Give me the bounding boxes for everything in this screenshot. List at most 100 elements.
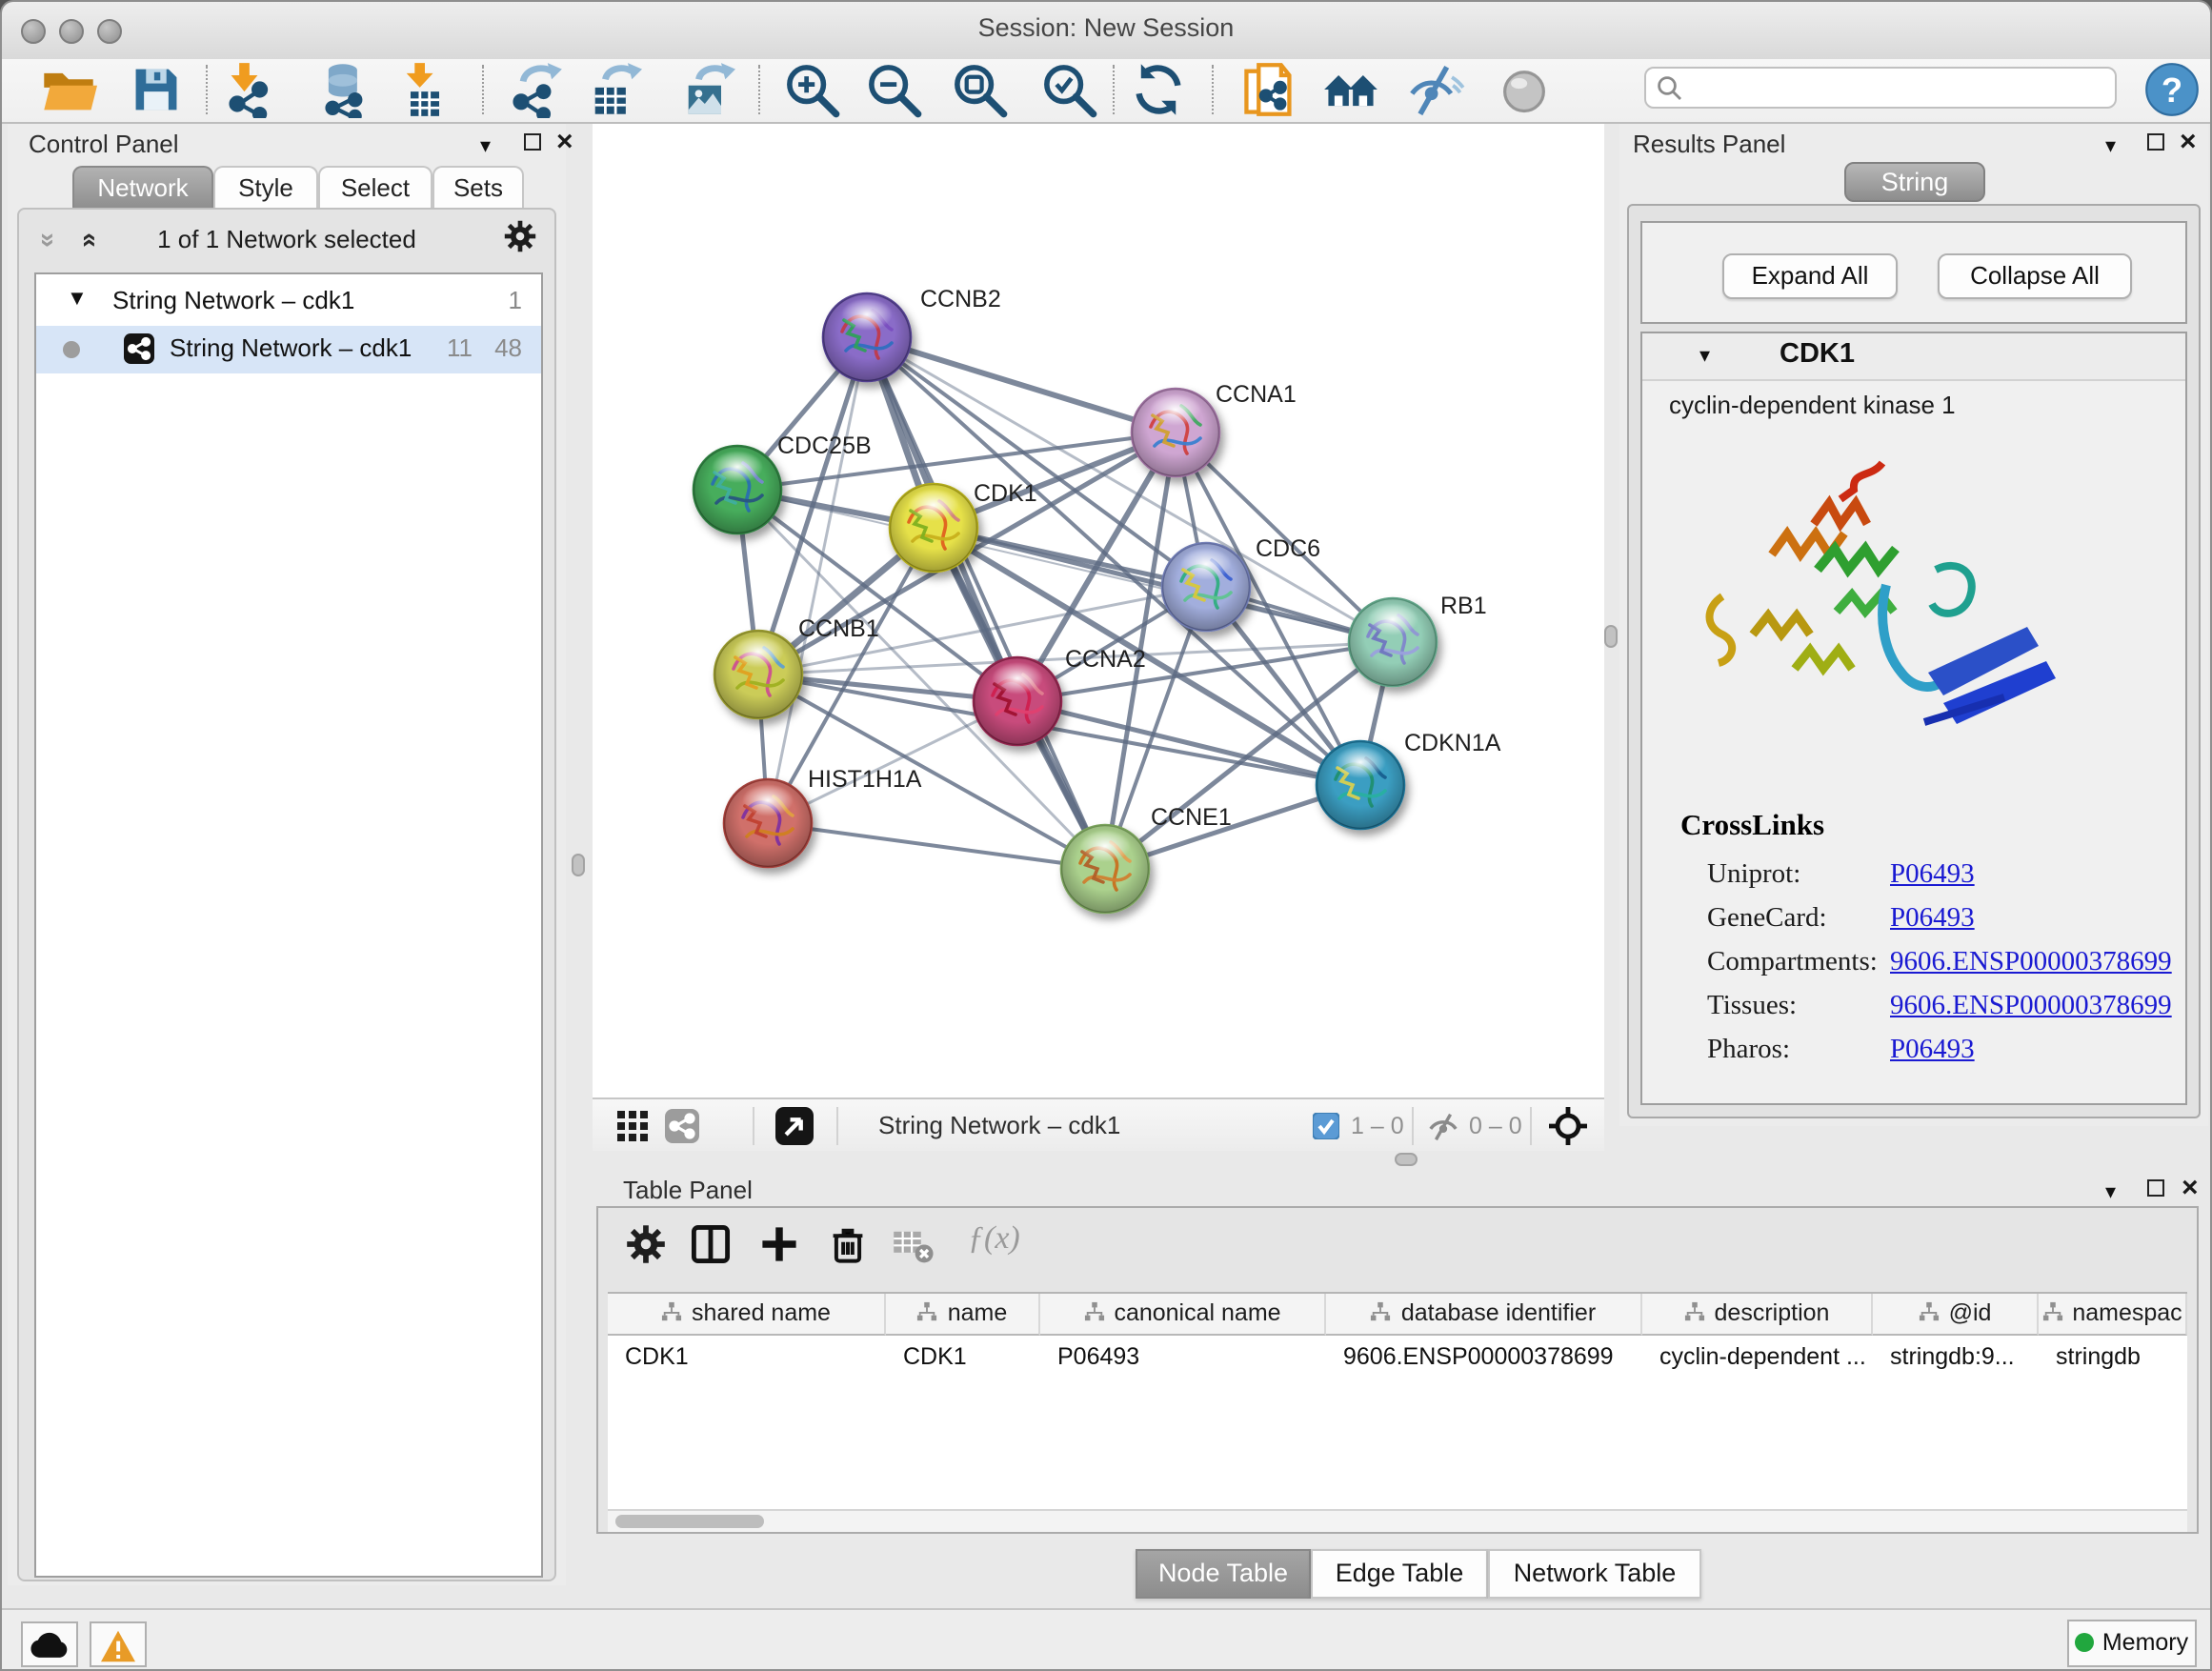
birdseye-view-icon[interactable] (775, 1107, 814, 1155)
network-row[interactable]: String Network – cdk1 11 48 (36, 326, 541, 373)
network-node-CCNE1[interactable] (1061, 825, 1149, 913)
column-header-label: shared name (692, 1299, 831, 1326)
left-splitter-handle[interactable] (572, 854, 585, 876)
crosslink-value-link[interactable]: 9606.ENSP00000378699 (1890, 991, 2172, 1023)
import-database-icon[interactable] (316, 61, 373, 118)
cloud-button[interactable] (21, 1621, 78, 1667)
help-icon[interactable]: ? (2143, 61, 2201, 118)
import-network-icon[interactable] (223, 61, 280, 118)
string-network-badge-icon (124, 333, 154, 370)
gene-symbol: CDK1 (1780, 339, 1855, 370)
hidden-eye-slash-icon[interactable] (1427, 1111, 1459, 1153)
panel-float-icon[interactable] (2147, 1179, 2164, 1197)
panel-menu-icon[interactable]: ▾ (2105, 1179, 2116, 1204)
zoom-fit-icon[interactable] (951, 61, 1008, 118)
document-share-icon[interactable] (1240, 61, 1297, 118)
eye-slash-icon[interactable] (1408, 61, 1465, 118)
network-collection-row[interactable]: ▼ String Network – cdk1 1 (36, 278, 541, 326)
crosslink-value-link[interactable]: 9606.ENSP00000378699 (1890, 947, 2172, 979)
save-session-icon[interactable] (128, 61, 185, 118)
panel-float-icon[interactable] (2147, 133, 2164, 151)
network-canvas[interactable]: CCNB2CCNA1CDC25BCDK1CDC6RB1CCNB1CCNA2CDK… (593, 124, 1604, 1097)
add-column-icon[interactable] (754, 1219, 804, 1269)
gene-entry-header[interactable]: ▾ CDK1 (1642, 333, 2185, 381)
search-input[interactable] (1692, 70, 2109, 109)
network-node-CCNA1[interactable] (1132, 389, 1219, 476)
network-node-CDC25B[interactable] (694, 446, 781, 534)
network-node-CCNB2[interactable] (823, 293, 911, 381)
panel-menu-icon[interactable]: ▾ (2105, 133, 2116, 158)
grid-view-icon[interactable] (615, 1109, 650, 1153)
network-edge-CCNB2-CCNA1[interactable] (867, 337, 1176, 433)
selected-checkbox-icon[interactable] (1313, 1113, 1339, 1149)
delete-column-trash-icon[interactable] (823, 1219, 873, 1269)
collapse-all-button[interactable]: Collapse All (1938, 253, 2132, 299)
tab-select[interactable]: Select (318, 166, 432, 208)
network-node-CDC6[interactable] (1162, 543, 1250, 631)
tab-network[interactable]: Network (72, 166, 213, 208)
crosslink-value-link[interactable]: P06493 (1890, 859, 1975, 892)
tab-edge-table[interactable]: Edge Table (1311, 1549, 1488, 1599)
tab-node-table[interactable]: Node Table (1136, 1549, 1311, 1599)
panel-close-icon[interactable]: × (556, 131, 573, 154)
window-title: Session: New Session (2, 13, 2210, 42)
delete-table-icon[interactable] (888, 1219, 937, 1269)
crosshair-icon[interactable] (1549, 1107, 1587, 1155)
memory-button[interactable]: Memory (2067, 1620, 2197, 1667)
zoom-out-icon[interactable] (865, 61, 922, 118)
export-table-icon[interactable] (585, 61, 642, 118)
export-image-icon[interactable] (678, 61, 735, 118)
sphere-icon[interactable] (1496, 61, 1553, 118)
tab-string[interactable]: String (1844, 162, 1985, 202)
bottom-splitter-handle[interactable] (1395, 1153, 1418, 1166)
column-header[interactable]: name (886, 1294, 1040, 1336)
panel-float-icon[interactable] (524, 133, 541, 151)
crosslink-value-link[interactable]: P06493 (1890, 1035, 1975, 1067)
crosslink-row: Pharos:P06493 (1642, 1035, 2189, 1078)
homes-icon[interactable] (1322, 61, 1379, 118)
table-options-gear-icon[interactable] (621, 1219, 671, 1269)
table-horizontal-scrollbar[interactable] (608, 1509, 2187, 1532)
panel-menu-icon[interactable]: ▾ (480, 133, 491, 158)
function-builder-icon[interactable]: ƒ(x) (968, 1219, 1020, 1258)
network-node-CDKN1A[interactable] (1317, 741, 1404, 829)
crosslink-value-link[interactable]: P06493 (1890, 903, 1975, 936)
network-node-CCNB1[interactable] (714, 631, 802, 718)
panel-close-icon[interactable]: × (2182, 1178, 2199, 1200)
tab-style[interactable]: Style (213, 166, 318, 208)
scrollbar-thumb[interactable] (615, 1514, 764, 1527)
column-header[interactable]: shared name (608, 1294, 886, 1336)
tab-network-table[interactable]: Network Table (1488, 1549, 1701, 1599)
column-header[interactable]: namespac (2039, 1294, 2187, 1336)
import-table-icon[interactable] (396, 61, 453, 118)
gene-collapse-icon[interactable]: ▾ (1699, 343, 1710, 368)
export-network-icon[interactable] (507, 61, 564, 118)
expand-all-button[interactable]: Expand All (1722, 253, 1898, 299)
column-header[interactable]: description (1642, 1294, 1873, 1336)
right-splitter-handle[interactable] (1604, 625, 1618, 648)
string-results-box: Expand All Collapse All ▾ CDK1 cyclin-de… (1627, 204, 2201, 1118)
tab-sets[interactable]: Sets (432, 166, 524, 208)
zoom-selected-icon[interactable] (1040, 61, 1097, 118)
warning-button[interactable] (90, 1621, 147, 1667)
network-options-gear-icon[interactable] (503, 219, 537, 263)
network-edge-CCNA2-CDKN1A[interactable] (1017, 701, 1360, 785)
node-label-CCNA1: CCNA1 (1216, 381, 1297, 408)
column-header[interactable]: @id (1873, 1294, 2039, 1336)
network-edge-CCNB2-HIST1H1A[interactable] (768, 337, 867, 823)
network-node-CDK1[interactable] (890, 484, 977, 572)
share-view-icon[interactable] (665, 1109, 699, 1153)
open-session-icon[interactable] (40, 61, 97, 118)
network-edge-HIST1H1A-CCNE1[interactable] (768, 823, 1105, 869)
column-header[interactable]: database identifier (1326, 1294, 1642, 1336)
show-columns-icon[interactable] (686, 1219, 735, 1269)
network-node-CCNA2[interactable] (974, 657, 1061, 745)
column-header[interactable]: canonical name (1040, 1294, 1326, 1336)
refresh-layout-icon[interactable] (1130, 61, 1187, 118)
network-node-RB1[interactable] (1349, 598, 1437, 686)
network-node-HIST1H1A[interactable] (724, 779, 812, 867)
panel-close-icon[interactable]: × (2180, 131, 2197, 154)
collection-expand-icon[interactable]: ▼ (67, 288, 88, 311)
toolbar-divider (758, 65, 760, 114)
zoom-in-icon[interactable] (783, 61, 840, 118)
